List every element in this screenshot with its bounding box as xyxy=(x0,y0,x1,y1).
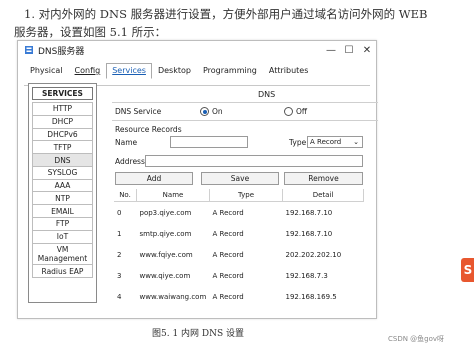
cell-name: www.qiye.com xyxy=(139,271,191,280)
service-email[interactable]: EMAIL xyxy=(32,205,93,219)
tab-programming[interactable]: Programming xyxy=(197,63,263,79)
dns-service-label: DNS Service xyxy=(115,107,162,116)
table-row[interactable]: 0 pop3.qiye.com A Record 192.168.7.10 xyxy=(114,202,364,224)
cell-type: A Record xyxy=(212,292,244,301)
resource-records-table: No. Name Type Detail 0 pop3.qiye.com A R… xyxy=(114,189,364,307)
type-label: Type xyxy=(289,138,307,147)
window-title: DNS服务器 xyxy=(38,46,85,57)
cell-type: A Record xyxy=(212,208,244,217)
tab-physical[interactable]: Physical xyxy=(24,63,69,79)
cell-name: www.fqiye.com xyxy=(139,250,193,259)
service-iot[interactable]: IoT xyxy=(32,230,93,244)
cell-detail: 192.168.7.3 xyxy=(285,271,328,280)
tab-desktop[interactable]: Desktop xyxy=(152,63,197,79)
csdn-watermark: CSDN @鱼gov呀 xyxy=(388,335,445,343)
doc-text-line-1: 1. 对内外网的 DNS 服务器进行设置，方便外部用户通过域名访问外网的 WEB xyxy=(24,7,428,21)
divider xyxy=(112,120,378,121)
table-row[interactable]: 1 smtp.qiye.com A Record 192.168.7.10 xyxy=(114,223,364,244)
col-type: Type xyxy=(209,189,283,202)
cell-type: A Record xyxy=(212,271,244,280)
sidebar-logo-icon[interactable]: S xyxy=(461,258,474,282)
remove-button[interactable]: Remove xyxy=(284,172,363,185)
services-list: SERVICES HTTP DHCP DHCPv6 TFTP DNS SYSLO… xyxy=(28,83,97,303)
name-label: Name xyxy=(115,138,138,147)
close-icon[interactable]: ✕ xyxy=(358,45,376,56)
dns-panel-title: DNS xyxy=(258,90,276,99)
service-vm-management[interactable]: VM Management xyxy=(32,243,93,266)
cell-no: 4 xyxy=(117,292,122,301)
title-bar: DNS服务器 — ☐ ✕ xyxy=(18,41,376,59)
service-syslog[interactable]: SYSLOG xyxy=(32,166,93,180)
service-tftp[interactable]: TFTP xyxy=(32,141,93,155)
service-aaa[interactable]: AAA xyxy=(32,179,93,193)
cell-type: A Record xyxy=(212,250,244,259)
dns-on-radio[interactable] xyxy=(200,107,209,116)
chevron-down-icon: ⌄ xyxy=(353,138,359,146)
divider xyxy=(112,102,378,103)
service-dns[interactable]: DNS xyxy=(32,154,93,167)
type-select[interactable]: A Record ⌄ xyxy=(307,136,363,148)
cell-type: A Record xyxy=(212,229,244,238)
tab-attributes[interactable]: Attributes xyxy=(263,63,315,79)
address-input[interactable] xyxy=(145,155,363,167)
service-http[interactable]: HTTP xyxy=(32,102,93,116)
figure-caption: 图5. 1 内网 DNS 设置 xyxy=(152,329,245,339)
table-row[interactable]: 2 www.fqiye.com A Record 202.202.202.10 xyxy=(114,244,364,265)
cell-name: www.waiwang.com xyxy=(139,292,207,301)
type-select-value: A Record xyxy=(310,138,342,146)
table-row[interactable]: 4 www.waiwang.com A Record 192.168.169.5 xyxy=(114,286,364,307)
save-button[interactable]: Save xyxy=(201,172,279,185)
service-ftp[interactable]: FTP xyxy=(32,218,93,231)
cell-no: 1 xyxy=(117,229,122,238)
service-radius-eap[interactable]: Radius EAP xyxy=(32,265,93,279)
cell-detail: 192.168.7.10 xyxy=(285,208,333,217)
services-header: SERVICES xyxy=(32,87,93,100)
maximize-icon[interactable]: ☐ xyxy=(340,45,358,56)
service-dhcp[interactable]: DHCP xyxy=(32,115,93,129)
dns-off-radio[interactable] xyxy=(284,107,293,116)
name-input[interactable] xyxy=(170,136,248,148)
cell-no: 0 xyxy=(117,208,122,217)
minimize-icon[interactable]: — xyxy=(322,45,340,56)
service-ntp[interactable]: NTP xyxy=(32,192,93,206)
dns-off-label: Off xyxy=(296,107,308,116)
resource-records-label: Resource Records xyxy=(115,125,182,134)
cell-name: smtp.qiye.com xyxy=(139,229,192,238)
service-dhcpv6[interactable]: DHCPv6 xyxy=(32,128,93,142)
col-detail: Detail xyxy=(282,189,364,202)
col-no: No. xyxy=(114,189,137,202)
dns-server-window: DNS服务器 — ☐ ✕ Physical Config Services De… xyxy=(17,40,378,319)
tab-config[interactable]: Config xyxy=(69,63,107,79)
tab-bar: Physical Config Services Desktop Program… xyxy=(24,63,376,79)
cell-detail: 192.168.7.10 xyxy=(285,229,333,238)
doc-text-line-2: 服务器，设置如图 5.1 所示： xyxy=(14,25,167,39)
cell-detail: 192.168.169.5 xyxy=(285,292,337,301)
tab-services[interactable]: Services xyxy=(106,63,152,79)
cell-detail: 202.202.202.10 xyxy=(285,250,342,259)
col-name: Name xyxy=(136,189,210,202)
add-button[interactable]: Add xyxy=(115,172,193,185)
address-label: Address xyxy=(115,157,145,166)
table-row[interactable]: 3 www.qiye.com A Record 192.168.7.3 xyxy=(114,265,364,286)
cell-no: 3 xyxy=(117,271,122,280)
cell-no: 2 xyxy=(117,250,122,259)
server-app-icon xyxy=(25,46,33,54)
cell-name: pop3.qiye.com xyxy=(139,208,192,217)
table-header-row: No. Name Type Detail xyxy=(114,189,364,202)
dns-on-label: On xyxy=(212,107,223,116)
